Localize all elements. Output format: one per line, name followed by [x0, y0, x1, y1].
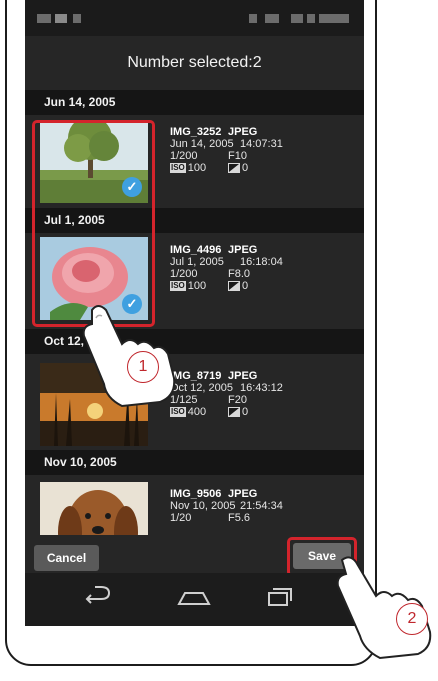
capture-time: 21:54:34	[240, 500, 283, 512]
file-name: IMG_4496	[170, 244, 222, 256]
step-1-callout: 1	[127, 351, 159, 383]
exposure-compensation-icon	[228, 281, 240, 292]
file-format: JPEG	[228, 370, 258, 382]
capture-time: 16:18:04	[240, 256, 283, 268]
capture-date: Jul 1, 2005	[170, 256, 224, 268]
gallery-notification-icon	[55, 14, 67, 23]
bluetooth-icon	[249, 14, 257, 23]
back-icon[interactable]	[85, 586, 111, 604]
date-header: Jun 14, 2005	[25, 90, 364, 115]
photo-meta-img8719: IMG_8719 JPEG Oct 12, 2005 16:43:12 1/125 F…	[170, 370, 350, 418]
exposure-compensation-icon	[228, 163, 240, 174]
capture-date: Jun 14, 2005	[170, 138, 234, 150]
nav-icons	[85, 586, 292, 606]
navigation-bar	[25, 573, 364, 626]
aperture: F20	[228, 394, 247, 406]
photo-meta-img9506: IMG_9506 JPEG Nov 10, 2005 21:54:34 1/20 F5…	[170, 488, 350, 524]
iso-icon: ISO	[170, 281, 186, 292]
aperture: F10	[228, 150, 247, 162]
wifi-icon	[265, 14, 279, 23]
aperture: F5.6	[228, 512, 251, 524]
status-bar	[25, 0, 364, 36]
exposure-compensation-icon	[228, 407, 240, 418]
photo-meta-img3252: IMG_3252 JPEG Jun 14, 2005 14:07:31 1/200 F…	[170, 126, 350, 174]
download-notification-icon	[73, 14, 81, 23]
shutter-speed: 1/20	[170, 512, 192, 524]
home-icon[interactable]	[177, 592, 211, 605]
dog-thumbnail	[40, 482, 148, 535]
recent-apps-icon[interactable]	[268, 588, 292, 606]
notification-icon	[37, 14, 51, 23]
page-title: Number selected:2	[127, 54, 262, 71]
file-name: IMG_3252	[170, 126, 222, 138]
iso-icon: ISO	[170, 407, 186, 418]
date-header: Nov 10, 2005	[25, 450, 364, 475]
clock-block	[319, 14, 349, 23]
file-format: JPEG	[228, 244, 258, 256]
capture-time: 16:43:12	[240, 382, 283, 394]
capture-time: 14:07:31	[240, 138, 283, 150]
capture-date: Nov 10, 2005	[170, 500, 236, 512]
iso-value: 100	[187, 280, 207, 292]
step-2-callout: 2	[396, 603, 428, 635]
shutter-speed: 1/200	[170, 268, 198, 280]
iso-value: 100	[187, 162, 207, 174]
photo-meta-img4496: IMG_4496 JPEG Jul 1, 2005 16:18:04 1/200 F8…	[170, 244, 350, 292]
shutter-speed: 1/200	[170, 150, 198, 162]
ev-value: 0	[242, 406, 249, 418]
iso-value: 400	[187, 406, 207, 418]
pointing-hand-icon	[82, 305, 176, 408]
file-format: JPEG	[228, 126, 258, 138]
photo-thumbnail-img9506[interactable]	[40, 482, 148, 535]
selection-highlight	[32, 120, 155, 327]
file-format: JPEG	[228, 488, 258, 500]
ev-value: 0	[242, 162, 249, 174]
aperture: F8.0	[228, 268, 251, 280]
battery-icon	[307, 14, 315, 23]
signal-icon	[291, 14, 303, 23]
ev-value: 0	[242, 280, 249, 292]
iso-icon: ISO	[170, 163, 186, 174]
file-name: IMG_9506	[170, 488, 222, 500]
cancel-button[interactable]: Cancel	[34, 545, 99, 571]
